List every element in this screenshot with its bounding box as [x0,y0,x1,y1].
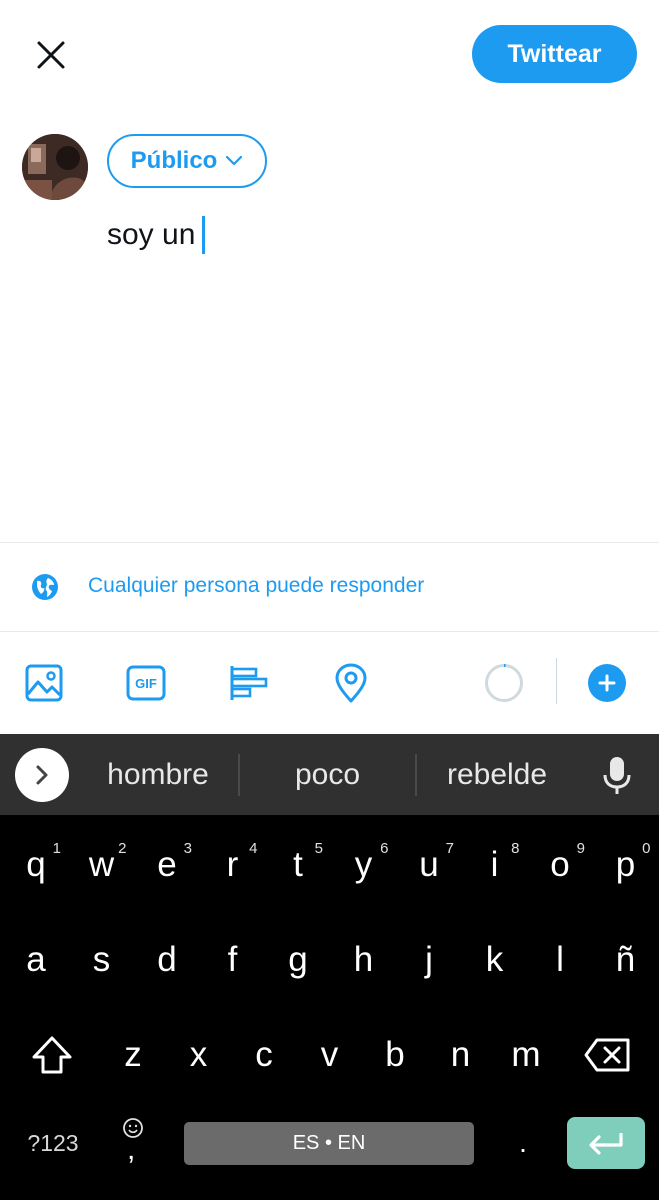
enter-key[interactable] [567,1117,645,1169]
key-number-hint: 7 [445,840,454,857]
key-n[interactable]: n [429,1010,493,1100]
key-label: u [419,845,439,884]
compose-toolbar: GIF [0,632,659,734]
key-number-hint: 9 [576,840,585,857]
key-ñ[interactable]: ñ [594,915,658,1005]
key-y[interactable]: y6 [332,820,396,910]
add-image-button[interactable] [24,663,64,703]
key-g[interactable]: g [266,915,330,1005]
key-p[interactable]: p0 [594,820,658,910]
key-r[interactable]: r4 [201,820,265,910]
keyboard-suggestion-bar: hombre poco rebelde [0,734,659,815]
microphone-icon[interactable] [600,756,634,796]
key-label: i [490,845,499,884]
key-q[interactable]: q1 [4,820,68,910]
period-key[interactable]: . [500,1121,546,1165]
text-cursor [202,216,206,254]
key-label: q [26,845,46,884]
keyboard: ?123 , ES • EN . q1w2e3r4t5y6u7i8o9p0asd… [0,815,659,1200]
key-o[interactable]: o9 [528,820,592,910]
key-label: t [293,845,303,884]
add-poll-button[interactable] [229,663,269,703]
key-f[interactable]: f [201,915,265,1005]
key-number-hint: 5 [314,840,323,857]
add-location-button[interactable] [331,663,371,703]
key-c[interactable]: c [232,1010,296,1100]
key-a[interactable]: a [4,915,68,1005]
backspace-key[interactable] [567,1010,647,1100]
character-count-ring [485,664,523,702]
keyboard-menu-button[interactable] [15,748,69,802]
suggestion-3[interactable]: rebelde [417,734,577,815]
key-number-hint: 4 [249,840,258,857]
avatar[interactable] [22,134,88,200]
tweet-text-input[interactable]: soy un [107,216,206,254]
tweet-text: soy un [107,218,196,251]
gif-label: GIF [135,675,157,691]
add-thread-button[interactable] [588,664,626,702]
key-v[interactable]: v [298,1010,362,1100]
suggestion-2[interactable]: poco [240,734,415,815]
key-k[interactable]: k [463,915,527,1005]
key-s[interactable]: s [70,915,134,1005]
enter-icon [589,1133,623,1155]
key-l[interactable]: l [528,915,592,1005]
shift-key[interactable] [12,1010,92,1100]
key-number-hint: 1 [52,840,61,857]
key-b[interactable]: b [363,1010,427,1100]
plus-icon [598,674,616,692]
key-number-hint: 0 [642,840,651,857]
key-z[interactable]: z [101,1010,165,1100]
key-t[interactable]: t5 [266,820,330,910]
close-icon [37,41,65,69]
close-button[interactable] [29,33,73,77]
chevron-down-icon [226,155,243,166]
key-h[interactable]: h [332,915,396,1005]
add-gif-button[interactable]: GIF [126,663,166,703]
key-label: o [550,845,570,884]
key-m[interactable]: m [494,1010,558,1100]
globe-icon [32,574,58,600]
key-label: y [354,845,373,884]
backspace-icon [584,1038,630,1072]
tweet-button[interactable]: Twittear [472,25,637,83]
reply-settings-label: Cualquier persona puede responder [88,574,425,597]
audience-label: Público [130,147,218,174]
reply-settings-row[interactable]: Cualquier persona puede responder [0,543,659,631]
image-icon [25,664,63,702]
key-i[interactable]: i8 [463,820,527,910]
key-j[interactable]: j [397,915,461,1005]
symbols-key[interactable]: ?123 [8,1121,98,1165]
avatar-image [22,134,88,200]
key-label: p [615,845,636,884]
key-d[interactable]: d [135,915,199,1005]
key-e[interactable]: e3 [135,820,199,910]
comma-label: , [127,1133,136,1166]
comma-key[interactable]: , [110,1111,156,1175]
key-number-hint: 2 [118,840,127,857]
poll-icon [230,666,268,700]
suggestion-1[interactable]: hombre [78,734,238,815]
chevron-right-icon [36,765,48,785]
key-number-hint: 8 [511,840,520,857]
space-key[interactable]: ES • EN [184,1122,474,1165]
key-number-hint: 6 [380,840,389,857]
key-number-hint: 3 [183,840,192,857]
shift-icon [32,1036,72,1074]
key-label: w [88,845,115,884]
toolbar-divider [556,658,557,704]
key-u[interactable]: u7 [397,820,461,910]
location-icon [335,663,367,703]
key-label: r [226,845,239,884]
audience-selector[interactable]: Público [107,134,267,188]
key-x[interactable]: x [167,1010,231,1100]
key-w[interactable]: w2 [70,820,134,910]
key-label: e [157,845,177,884]
